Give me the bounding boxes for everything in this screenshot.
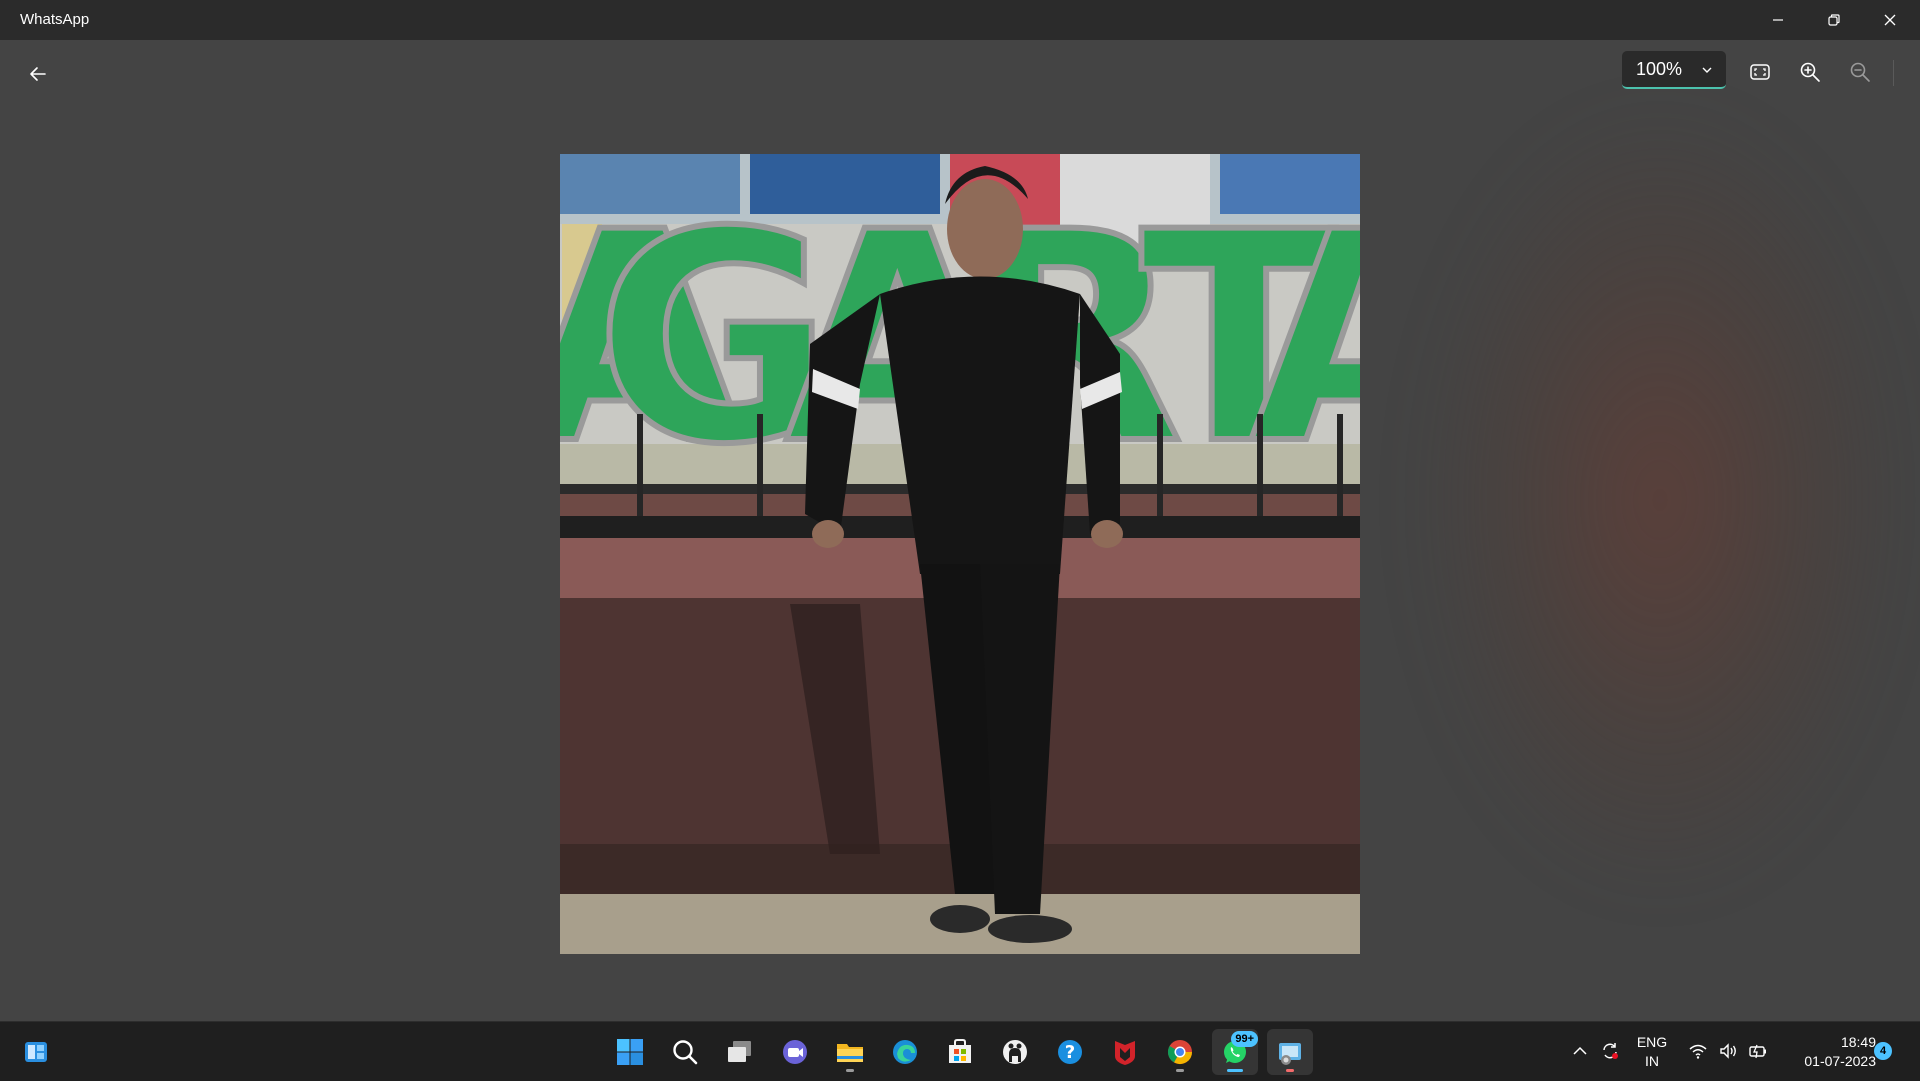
chevron-down-icon xyxy=(1702,67,1712,73)
running-indicator xyxy=(846,1069,854,1072)
close-button[interactable] xyxy=(1862,0,1918,40)
edge-icon xyxy=(893,1040,917,1064)
photo: A G A R T A xyxy=(560,154,1360,954)
search-icon xyxy=(673,1040,698,1065)
minimize-button[interactable] xyxy=(1750,0,1806,40)
photos-button[interactable] xyxy=(1267,1029,1313,1075)
github-icon xyxy=(1003,1040,1027,1064)
show-hidden-icons-button[interactable] xyxy=(1568,1039,1592,1063)
restore-icon xyxy=(1828,14,1840,26)
close-icon xyxy=(1884,14,1896,26)
zoom-out-icon xyxy=(1850,62,1870,82)
zoom-in-button[interactable] xyxy=(1792,54,1828,90)
active-indicator xyxy=(1227,1069,1243,1072)
task-view-icon xyxy=(728,1041,751,1062)
search-button[interactable] xyxy=(662,1029,708,1075)
back-button[interactable] xyxy=(18,54,58,94)
help-button[interactable]: ? xyxy=(1047,1029,1093,1075)
running-indicator xyxy=(1286,1069,1294,1072)
language-code: ENG xyxy=(1636,1034,1668,1050)
help-icon: ? xyxy=(1058,1040,1082,1064)
sync-status-button[interactable] xyxy=(1598,1039,1622,1063)
image-viewer: 100% A G T xyxy=(0,40,1920,1021)
clock[interactable]: 18:49 01-07-2023 xyxy=(1780,1033,1876,1071)
chevron-up-icon xyxy=(1573,1046,1587,1055)
photo-illustration: A G A R T A xyxy=(560,154,1360,954)
chrome-icon xyxy=(1167,1040,1192,1065)
fit-to-window-icon xyxy=(1750,64,1770,80)
photos-icon xyxy=(1279,1043,1301,1065)
taskbar: ? 99+ ENG IN 18:49 01-07-2023 4 xyxy=(0,1021,1920,1081)
svg-text:?: ? xyxy=(1065,1042,1075,1063)
volume-status[interactable] xyxy=(1716,1039,1740,1063)
store-button[interactable] xyxy=(937,1029,983,1075)
language-indicator[interactable]: ENG IN xyxy=(1630,1033,1674,1071)
background-glow xyxy=(1430,120,1890,880)
restore-button[interactable] xyxy=(1806,0,1862,40)
whatsapp-badge: 99+ xyxy=(1231,1031,1258,1047)
wifi-status[interactable] xyxy=(1686,1039,1710,1063)
windows-start-icon xyxy=(617,1039,643,1065)
volume-icon xyxy=(1720,1043,1736,1059)
teams-chat-button[interactable] xyxy=(772,1029,818,1075)
widgets-button[interactable] xyxy=(13,1029,59,1075)
store-icon xyxy=(949,1039,971,1063)
minimize-icon xyxy=(1773,19,1783,21)
running-indicator xyxy=(1176,1069,1184,1072)
zoom-out-button[interactable] xyxy=(1842,54,1878,90)
github-button[interactable] xyxy=(992,1029,1038,1075)
zoom-in-icon xyxy=(1800,62,1820,82)
task-view-button[interactable] xyxy=(717,1029,763,1075)
wifi-icon xyxy=(1689,1044,1707,1059)
arrow-left-icon xyxy=(30,67,46,81)
battery-status[interactable] xyxy=(1746,1039,1770,1063)
chrome-button[interactable] xyxy=(1157,1029,1203,1075)
zoom-select[interactable]: 100% xyxy=(1622,51,1726,89)
sync-icon xyxy=(1603,1043,1618,1059)
file-explorer-button[interactable] xyxy=(827,1029,873,1075)
file-explorer-icon xyxy=(837,1044,863,1062)
svg-text:A: A xyxy=(1250,171,1360,508)
toolbar-divider xyxy=(1893,60,1894,86)
mcafee-button[interactable] xyxy=(1102,1029,1148,1075)
widgets-icon xyxy=(25,1042,47,1062)
teams-chat-icon xyxy=(783,1040,807,1064)
clock-time: 18:49 xyxy=(1840,1034,1876,1050)
whatsapp-button[interactable]: 99+ xyxy=(1212,1029,1258,1075)
window-title: WhatsApp xyxy=(20,11,90,28)
notification-count-badge[interactable]: 4 xyxy=(1874,1042,1892,1060)
edge-button[interactable] xyxy=(882,1029,928,1075)
region-code: IN xyxy=(1645,1053,1659,1069)
clock-date: 01-07-2023 xyxy=(1804,1053,1876,1069)
fit-to-window-button[interactable] xyxy=(1742,54,1778,90)
battery-charging-icon xyxy=(1749,1044,1766,1059)
title-bar: WhatsApp xyxy=(0,0,1920,40)
zoom-value: 100% xyxy=(1636,58,1683,79)
mcafee-icon xyxy=(1115,1041,1135,1065)
start-button[interactable] xyxy=(607,1029,653,1075)
